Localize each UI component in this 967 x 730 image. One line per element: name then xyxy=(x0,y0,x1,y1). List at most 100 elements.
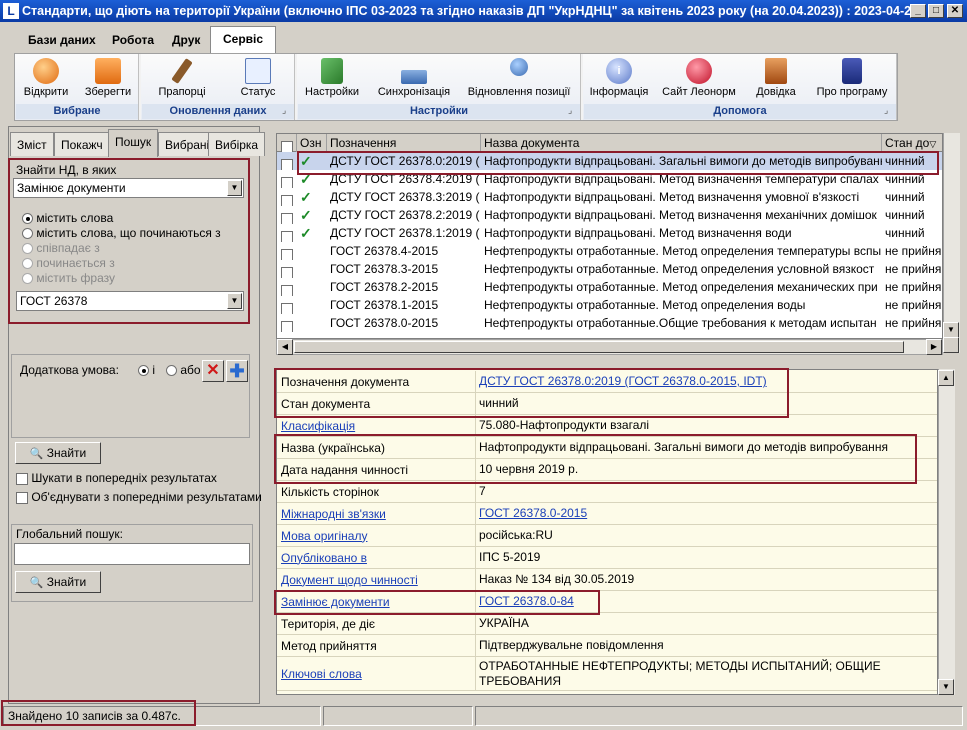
find-criterion-select[interactable]: Замінює документи ▼ xyxy=(13,178,244,198)
remove-condition-icon[interactable]: ✕ xyxy=(202,360,224,382)
check-mark-icon: ✓ xyxy=(300,189,312,205)
help-button[interactable]: Довідка xyxy=(750,58,802,98)
detail-key: Територія, де діє xyxy=(281,616,376,631)
radio-contains-words[interactable]: містить слова xyxy=(22,211,113,225)
chevron-down-icon[interactable]: ▼ xyxy=(227,293,242,309)
col-name[interactable]: Назва документа xyxy=(481,134,882,152)
table-row[interactable]: ГОСТ 26378.0-2015 Нефтепродукты отработан… xyxy=(277,314,942,332)
table-row[interactable]: ГОСТ 26378.4-2015 Нефтепродукты отработан… xyxy=(277,242,942,260)
row-checkbox[interactable] xyxy=(277,314,297,332)
details-vertical-scrollbar[interactable] xyxy=(938,369,955,695)
grid-vertical-scrollbar[interactable] xyxy=(943,133,960,353)
tab-selection[interactable]: Вибірка xyxy=(208,132,266,156)
row-name: Нефтепродукты отработанные.Общие требова… xyxy=(484,316,877,330)
row-name: Нефтепродукты отработанные. Метод опреде… xyxy=(484,244,882,258)
search-icon: 🔍 xyxy=(29,448,44,460)
row-status: не прийня xyxy=(885,316,942,330)
detail-key[interactable]: Міжнародні зв'язки xyxy=(281,503,471,524)
row-name: Нафтопродукти відпрацьовані. Метод визна… xyxy=(484,190,860,204)
col-ozn[interactable]: Озн xyxy=(297,134,327,152)
scroll-down-icon[interactable]: ▼ xyxy=(943,322,959,338)
scroll-left-icon[interactable]: ◀ xyxy=(277,339,293,355)
detail-key[interactable]: Мова оригіналу xyxy=(281,525,471,546)
tab-index[interactable]: Покажч xyxy=(54,132,110,156)
menu-tab-service[interactable]: Сервіс xyxy=(210,26,277,54)
radio-words-start-with[interactable]: містить слова, що починаються з xyxy=(22,226,221,240)
scroll-thumb[interactable] xyxy=(294,341,904,353)
scroll-right-icon[interactable]: ▶ xyxy=(926,339,942,355)
filter-icon[interactable]: ▽ xyxy=(929,139,936,149)
site-leonorm-button[interactable]: Сайт Леонорм xyxy=(657,58,741,98)
search-in-previous-checkbox[interactable]: Шукати в попередніх результатах xyxy=(16,471,217,485)
row-checkbox[interactable] xyxy=(277,170,297,188)
maximize-button[interactable]: □ xyxy=(928,4,944,18)
status-button[interactable]: Статус xyxy=(228,58,288,98)
row-code: ДСТУ ГОСТ 26378.1:2019 ( xyxy=(330,226,480,240)
tab-contents[interactable]: Зміст xyxy=(10,132,54,156)
detail-row: Територія, де діє УКРАЇНА xyxy=(277,613,937,635)
detail-value: ОТРАБОТАННЫЕ НЕФТЕПРОДУКТЫ; МЕТОДЫ ИСПЫТ… xyxy=(479,658,881,688)
sync-button[interactable]: Синхронізація xyxy=(374,58,454,98)
ribbon-expander-icon[interactable]: ⌟ xyxy=(884,105,888,116)
selected-row-highlight xyxy=(297,151,939,175)
add-condition-icon[interactable]: ✚ xyxy=(226,360,248,382)
query-select[interactable]: ГОСТ 26378 ▼ xyxy=(16,291,244,311)
settings-button[interactable]: Настройки xyxy=(300,58,364,98)
ribbon-expander-icon[interactable]: ⌟ xyxy=(282,105,286,116)
col-status[interactable]: Стан до▽ xyxy=(882,134,942,152)
global-search-input[interactable] xyxy=(14,543,250,565)
row-code: ГОСТ 26378.2-2015 xyxy=(330,280,439,294)
highlight-name-date xyxy=(274,434,917,484)
about-button[interactable]: Про програму xyxy=(810,58,894,98)
radio-extra-and[interactable]: і xyxy=(138,363,155,377)
detail-key[interactable]: Ключові слова xyxy=(281,657,471,690)
table-row[interactable]: ✓ ДСТУ ГОСТ 26378.1:2019 (Нафтопродукти в… xyxy=(277,224,942,242)
detail-key[interactable]: Документ щодо чинності xyxy=(281,569,471,590)
find-label: Знайти НД, в яких xyxy=(16,163,117,177)
ribbon-expander-icon[interactable]: ⌟ xyxy=(568,105,572,116)
tab-search[interactable]: Пошук xyxy=(108,129,159,157)
menu-tab-print[interactable]: Друк xyxy=(160,28,212,53)
scroll-up-icon[interactable]: ▲ xyxy=(938,370,954,386)
merge-with-previous-checkbox[interactable]: Об'єднувати з попередніми результатами xyxy=(16,490,262,504)
row-checkbox[interactable] xyxy=(277,242,297,260)
radio-extra-or[interactable]: або xyxy=(166,363,201,377)
detail-value: УКРАЇНА xyxy=(479,616,529,630)
row-checkbox[interactable] xyxy=(277,224,297,242)
scroll-down-icon[interactable]: ▼ xyxy=(938,679,954,695)
menu-tab-work[interactable]: Робота xyxy=(100,28,166,53)
radio-contains-phrase[interactable]: містить фразу xyxy=(22,271,115,285)
table-row[interactable]: ГОСТ 26378.2-2015 Нефтепродукты отработан… xyxy=(277,278,942,296)
info-button[interactable]: i Інформація xyxy=(586,58,652,98)
chevron-down-icon[interactable]: ▼ xyxy=(227,180,242,196)
minimize-button[interactable]: _ xyxy=(910,4,926,18)
select-all-checkbox[interactable] xyxy=(277,134,297,152)
radio-equals[interactable]: співпадає з xyxy=(22,241,100,255)
detail-value[interactable]: ГОСТ 26378.0-2015 xyxy=(479,503,934,524)
row-checkbox[interactable] xyxy=(277,152,297,170)
find-button[interactable]: 🔍 Знайти xyxy=(15,442,101,464)
radio-starts-with[interactable]: починається з xyxy=(22,256,115,270)
menu-tab-databases[interactable]: Бази даних xyxy=(16,28,108,53)
row-code: ГОСТ 26378.3-2015 xyxy=(330,262,439,276)
close-button[interactable]: ✕ xyxy=(947,4,963,18)
row-checkbox[interactable] xyxy=(277,206,297,224)
table-row[interactable]: ГОСТ 26378.3-2015 Нефтепродукты отработан… xyxy=(277,260,942,278)
global-find-button[interactable]: 🔍 Знайти xyxy=(15,571,101,593)
restore-position-button[interactable]: Відновлення позиції xyxy=(462,58,576,98)
highlight-designation xyxy=(274,368,789,418)
detail-value: 7 xyxy=(479,484,486,498)
row-checkbox[interactable] xyxy=(277,296,297,314)
detail-key[interactable]: Опубліковано в xyxy=(281,547,471,568)
row-checkbox[interactable] xyxy=(277,260,297,278)
detail-key[interactable]: Класифікація xyxy=(281,415,471,436)
col-code[interactable]: Позначення xyxy=(327,134,481,152)
table-row[interactable]: ГОСТ 26378.1-2015 Нефтепродукты отработан… xyxy=(277,296,942,314)
save-button[interactable]: Зберегти xyxy=(80,58,136,98)
row-checkbox[interactable] xyxy=(277,278,297,296)
open-button[interactable]: Відкрити xyxy=(18,58,74,98)
table-row[interactable]: ✓ ДСТУ ГОСТ 26378.2:2019 (Нафтопродукти в… xyxy=(277,206,942,224)
table-row[interactable]: ✓ ДСТУ ГОСТ 26378.3:2019 (Нафтопродукти в… xyxy=(277,188,942,206)
flags-button[interactable]: Прапорці xyxy=(150,58,214,98)
row-checkbox[interactable] xyxy=(277,188,297,206)
